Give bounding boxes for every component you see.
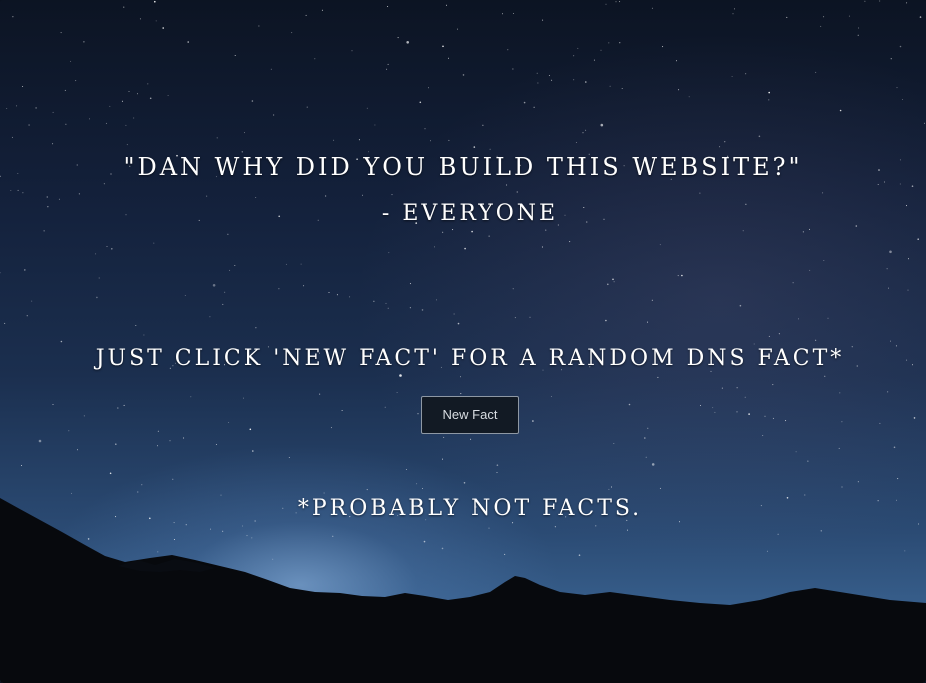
hero-quote: "Dan why did you build this website?" bbox=[123, 153, 803, 181]
hero-content: "Dan why did you build this website?" - … bbox=[0, 0, 926, 683]
hero-attribution: - Everyone bbox=[381, 201, 559, 226]
new-fact-button[interactable]: New Fact bbox=[421, 396, 519, 434]
hero-footnote: *Probably not facts. bbox=[297, 496, 643, 521]
page: "Dan why did you build this website?" - … bbox=[0, 0, 926, 683]
hero-instruction: Just click 'New Fact' for a random DNS f… bbox=[95, 346, 845, 371]
